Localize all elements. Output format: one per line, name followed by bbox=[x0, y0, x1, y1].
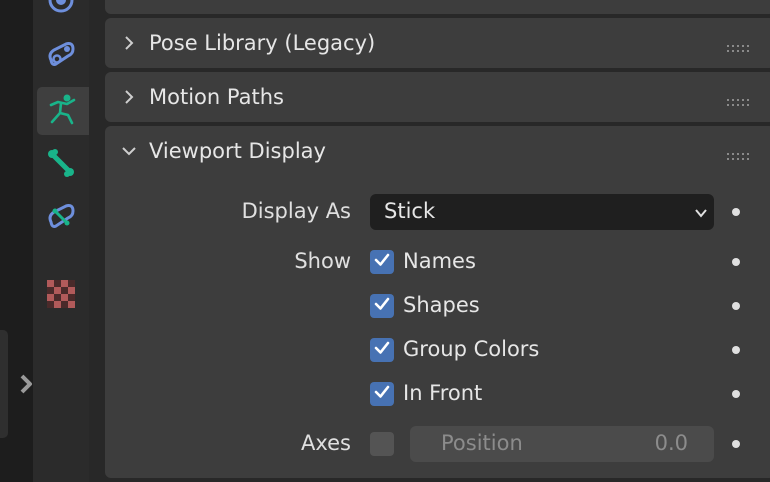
animate-property-dot[interactable] bbox=[732, 390, 740, 398]
animate-property-dot[interactable] bbox=[732, 302, 740, 310]
properties-tab-column bbox=[33, 0, 89, 482]
checkmark-icon bbox=[373, 295, 391, 317]
drag-handle-icon[interactable] bbox=[727, 38, 749, 52]
axes-position-field[interactable]: Position 0.0 bbox=[410, 426, 714, 462]
sidebar-collapse-tab[interactable] bbox=[0, 330, 8, 438]
in-front-label[interactable]: In Front bbox=[403, 381, 482, 405]
section-title: Viewport Display bbox=[149, 139, 326, 163]
animate-property-dot[interactable] bbox=[732, 208, 740, 216]
names-checkbox[interactable] bbox=[370, 250, 394, 274]
physics-icon bbox=[47, 0, 75, 18]
checkmark-icon bbox=[373, 383, 391, 405]
bone-constraint-icon bbox=[46, 202, 76, 236]
section-header[interactable]: Pose Library (Legacy) bbox=[105, 18, 770, 68]
tab-bone[interactable] bbox=[37, 141, 85, 189]
checkmark-icon bbox=[373, 251, 391, 273]
object-constraint-icon bbox=[46, 40, 76, 74]
chevron-down-icon bbox=[121, 143, 137, 159]
axes-checkbox[interactable] bbox=[370, 432, 394, 456]
display-as-dropdown[interactable]: Stick bbox=[370, 194, 714, 230]
section-previous-collapsed[interactable] bbox=[105, 0, 770, 14]
axes-label: Axes bbox=[300, 431, 351, 455]
group-colors-checkbox[interactable] bbox=[370, 338, 394, 362]
texture-icon bbox=[47, 280, 75, 312]
section-pose-library[interactable]: Pose Library (Legacy) bbox=[105, 18, 770, 68]
section-header[interactable]: Viewport Display bbox=[105, 126, 770, 176]
armature-data-icon bbox=[48, 93, 78, 129]
chevron-down-icon bbox=[694, 205, 708, 219]
shapes-label[interactable]: Shapes bbox=[403, 293, 480, 317]
checkmark-icon bbox=[373, 339, 391, 361]
animate-property-dot[interactable] bbox=[732, 258, 740, 266]
bone-icon bbox=[46, 148, 76, 182]
properties-panel-area: Pose Library (Legacy) Motion Paths Viewp… bbox=[89, 0, 770, 482]
axes-position-label: Position bbox=[441, 431, 523, 455]
tab-armature-data[interactable] bbox=[37, 87, 89, 135]
drag-handle-icon[interactable] bbox=[727, 146, 749, 160]
chevron-right-icon bbox=[121, 35, 137, 51]
group-colors-label[interactable]: Group Colors bbox=[403, 337, 539, 361]
tab-bone-constraints[interactable] bbox=[37, 195, 85, 243]
tab-physics[interactable] bbox=[37, 0, 85, 26]
display-as-value: Stick bbox=[384, 199, 436, 223]
shapes-checkbox[interactable] bbox=[370, 294, 394, 318]
display-as-label: Display As bbox=[241, 199, 351, 223]
chevron-right-icon bbox=[121, 89, 137, 105]
tab-object-constraints[interactable] bbox=[37, 33, 85, 81]
drag-handle-icon[interactable] bbox=[727, 92, 749, 106]
show-label: Show bbox=[294, 249, 351, 273]
section-title: Motion Paths bbox=[149, 85, 284, 109]
section-motion-paths[interactable]: Motion Paths bbox=[105, 72, 770, 122]
tab-texture[interactable] bbox=[37, 272, 85, 320]
in-front-checkbox[interactable] bbox=[370, 382, 394, 406]
names-label[interactable]: Names bbox=[403, 249, 476, 273]
axes-position-value: 0.0 bbox=[654, 431, 688, 455]
animate-property-dot[interactable] bbox=[732, 440, 740, 448]
animate-property-dot[interactable] bbox=[732, 346, 740, 354]
section-title: Pose Library (Legacy) bbox=[149, 31, 376, 55]
section-header[interactable]: Motion Paths bbox=[105, 72, 770, 122]
